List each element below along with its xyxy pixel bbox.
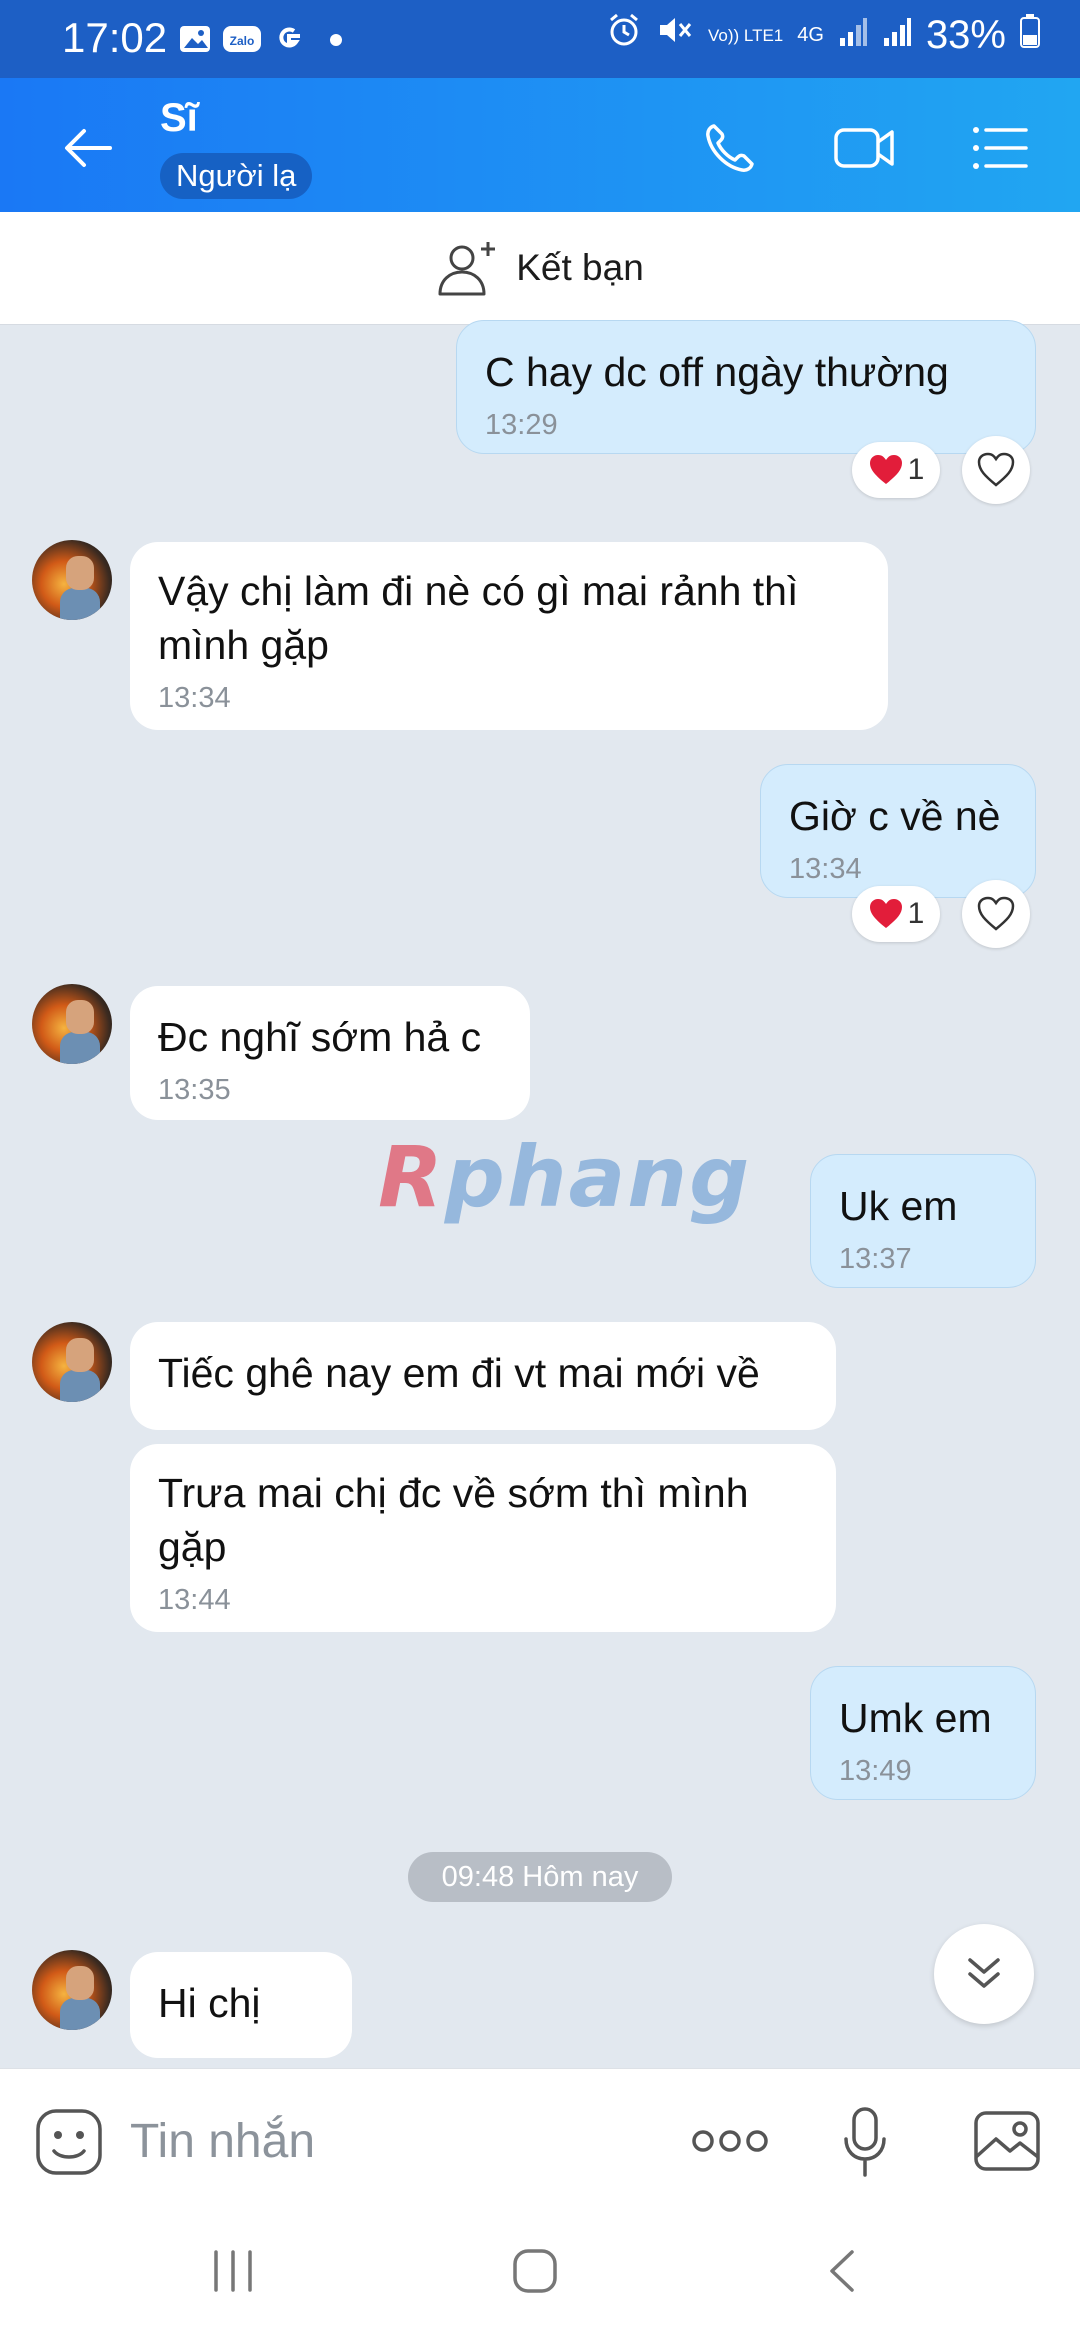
date-separator: 09:48 Hôm nay xyxy=(408,1852,672,1902)
message-bubble-outgoing[interactable]: C hay dc off ngày thường 13:29 xyxy=(456,320,1036,454)
message-time: 13:35 xyxy=(158,1074,231,1106)
message-text: Trưa mai chị đc về sớm thì mình gặp xyxy=(158,1470,749,1570)
svg-text:Zalo: Zalo xyxy=(230,34,255,48)
system-navigation-bar xyxy=(0,2212,1080,2340)
message-text: Vậy chị làm đi nè có gì mai rảnh thì mìn… xyxy=(158,568,799,668)
message-bubble-incoming[interactable]: Trưa mai chị đc về sớm thì mình gặp 13:4… xyxy=(130,1444,836,1632)
watermark-logo: Rphang xyxy=(378,1128,752,1226)
signal-icon-1 xyxy=(838,13,868,58)
phone-icon[interactable] xyxy=(700,118,760,178)
message-text: Umk em xyxy=(839,1695,992,1741)
message-bubble-incoming[interactable]: Đc nghĩ sớm hả c 13:35 xyxy=(130,986,530,1120)
heart-outline-icon xyxy=(977,896,1015,931)
chat-header: Sĩ Người lạ xyxy=(0,78,1080,212)
image-gallery-icon[interactable] xyxy=(972,2109,1042,2173)
contact-avatar[interactable] xyxy=(32,984,112,1064)
google-notification-icon xyxy=(272,22,306,56)
message-bubble-outgoing[interactable]: Uk em 13:37 xyxy=(810,1154,1036,1288)
zalo-notification-icon: Zalo xyxy=(222,22,262,56)
like-heart-button[interactable] xyxy=(962,436,1030,504)
scroll-to-bottom-button[interactable] xyxy=(934,1924,1034,2024)
message-time: 13:37 xyxy=(839,1243,912,1275)
heart-reaction-icon xyxy=(869,455,902,484)
message-text: Hi chị xyxy=(158,1980,261,2026)
message-time: 13:44 xyxy=(158,1584,231,1616)
reaction-count: 1 xyxy=(907,897,925,930)
message-text: Uk em xyxy=(839,1183,958,1229)
message-text: C hay dc off ngày thường xyxy=(485,349,949,395)
message-time: 13:49 xyxy=(839,1755,912,1787)
message-time: 13:34 xyxy=(158,682,231,714)
double-chevron-down-icon xyxy=(968,1958,1000,1988)
contact-avatar[interactable] xyxy=(32,1950,112,2030)
gallery-notification-icon xyxy=(178,22,212,56)
like-heart-button[interactable] xyxy=(962,880,1030,948)
home-icon[interactable] xyxy=(510,2246,560,2296)
sticker-emoji-icon[interactable] xyxy=(34,2107,104,2177)
battery-percent: 33% xyxy=(925,12,1006,57)
back-arrow-icon[interactable] xyxy=(58,118,118,178)
add-friend-bar[interactable]: Kết bạn xyxy=(0,212,1080,325)
stranger-badge: Người lạ xyxy=(160,153,313,199)
message-bubble-incoming[interactable]: Hi chị xyxy=(130,1952,352,2058)
message-input[interactable] xyxy=(128,2105,652,2177)
more-options-icon[interactable] xyxy=(690,2123,770,2159)
contact-avatar[interactable] xyxy=(32,540,112,620)
more-notifications-dot-icon xyxy=(330,34,342,46)
message-time: 13:29 xyxy=(485,409,558,441)
message-bubble-incoming[interactable]: Tiếc ghê nay em đi vt mai mới về xyxy=(130,1322,836,1430)
heart-reaction-icon xyxy=(869,899,902,928)
mute-icon xyxy=(656,12,694,58)
back-nav-icon[interactable] xyxy=(818,2246,868,2296)
message-text: Tiếc ghê nay em đi vt mai mới về xyxy=(158,1350,760,1396)
video-call-icon[interactable] xyxy=(832,120,898,176)
battery-icon xyxy=(1020,13,1040,58)
signal-icon-2 xyxy=(882,13,912,58)
contact-name[interactable]: Sĩ xyxy=(160,96,198,141)
reaction-pill[interactable]: 1 xyxy=(852,886,940,942)
volte-label: Vo)) LTE1 xyxy=(707,25,784,45)
message-bubble-outgoing[interactable]: Umk em 13:49 xyxy=(810,1666,1036,1800)
message-text: Đc nghĩ sớm hả c xyxy=(158,1014,482,1060)
status-right-group: Vo)) LTE1 4G 33% xyxy=(606,12,1040,58)
menu-list-icon[interactable] xyxy=(970,122,1030,174)
status-bar: 17:02 Zalo Vo)) LTE1 4G 33% xyxy=(0,0,1080,78)
add-friend-label: Kết bạn xyxy=(516,247,644,288)
reaction-pill[interactable]: 1 xyxy=(852,442,940,498)
heart-outline-icon xyxy=(977,452,1015,487)
message-input-bar xyxy=(0,2068,1080,2213)
contact-avatar[interactable] xyxy=(32,1322,112,1402)
reaction-count: 1 xyxy=(907,453,925,486)
network-type-label: 4G xyxy=(797,23,824,46)
message-bubble-outgoing[interactable]: Giờ c về nè 13:34 xyxy=(760,764,1036,898)
alarm-icon xyxy=(606,12,642,58)
microphone-icon[interactable] xyxy=(840,2105,890,2181)
message-time: 13:34 xyxy=(789,853,862,885)
message-bubble-incoming[interactable]: Vậy chị làm đi nè có gì mai rảnh thì mìn… xyxy=(130,542,888,730)
recent-apps-icon[interactable] xyxy=(208,2246,258,2296)
add-friend-icon xyxy=(438,242,496,296)
message-text: Giờ c về nè xyxy=(789,793,1001,839)
status-time: 17:02 xyxy=(62,14,168,61)
